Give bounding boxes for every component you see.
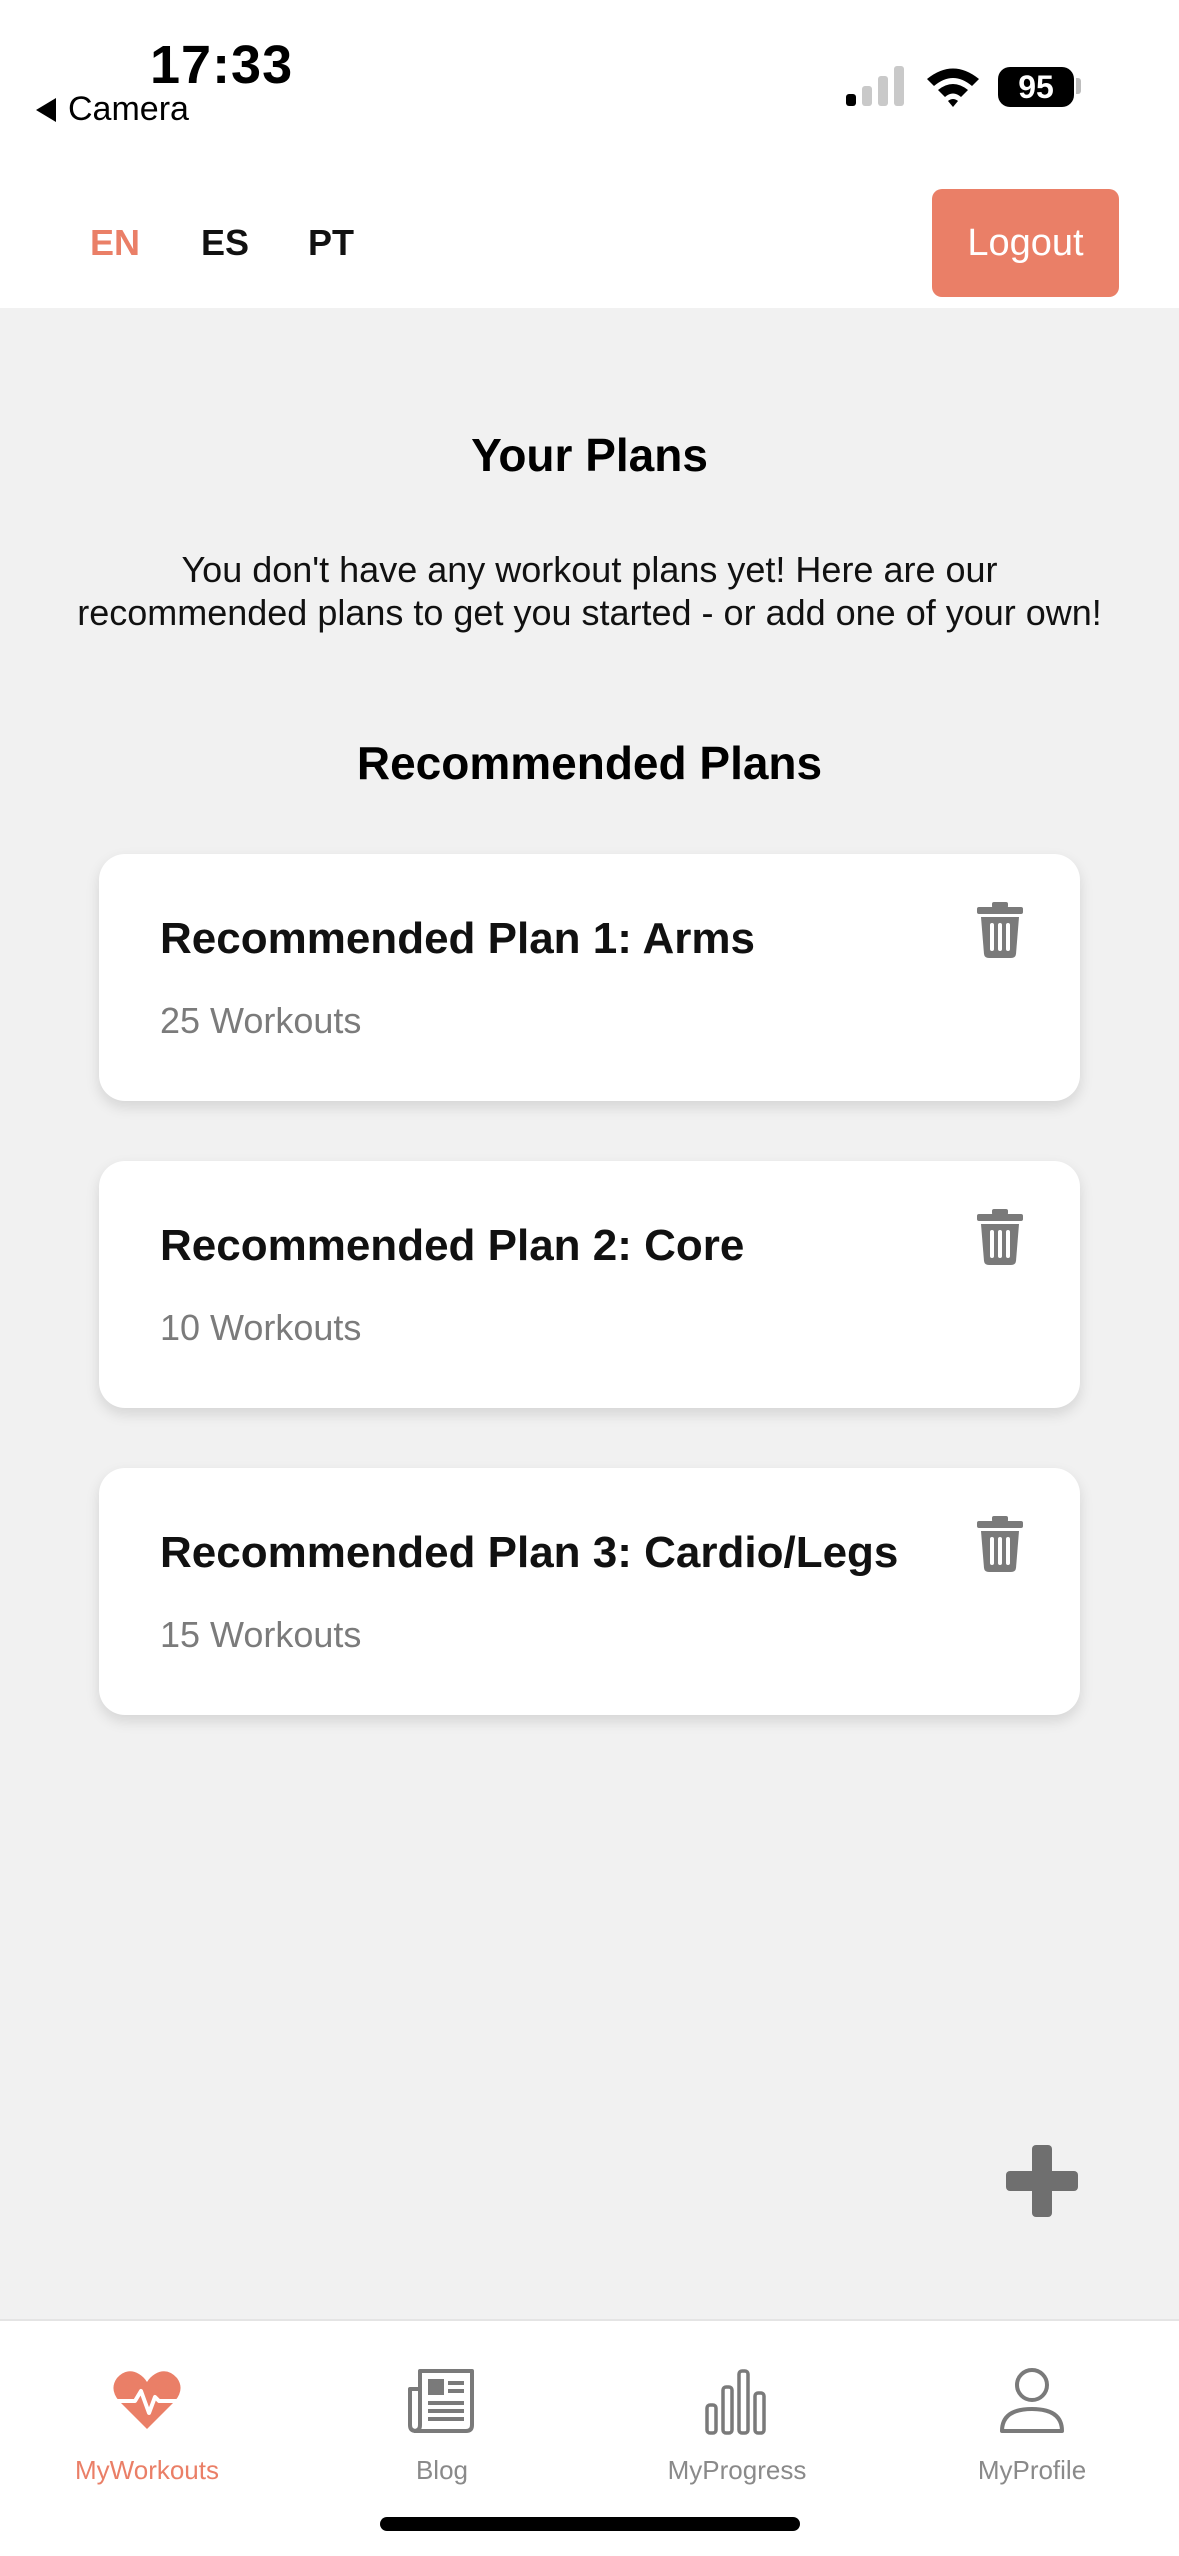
tab-label: MyProfile <box>977 2455 1087 2485</box>
intro-text: You don't have any workout plans yet! He… <box>77 549 1102 633</box>
plan-name: Recommended Plan 2: Core <box>160 1221 745 1270</box>
logout-button[interactable]: Logout <box>932 189 1119 297</box>
trash-icon[interactable] <box>977 902 1023 958</box>
tab-label: MyProgress <box>667 2455 807 2485</box>
page-title: Your Plans <box>471 429 708 481</box>
plan-name: Recommended Plan 1: Arms <box>160 914 755 963</box>
plan-workout-count: 15 Workouts <box>160 1614 362 1655</box>
tab-myprofile[interactable]: MyProfile <box>885 2345 1179 2495</box>
status-time: 17:33 <box>150 35 294 95</box>
add-plan-button[interactable] <box>1006 2145 1078 2217</box>
bar-chart-icon <box>705 2369 766 2435</box>
plan-card[interactable]: Recommended Plan 1: Arms 25 Workouts <box>99 854 1080 1101</box>
back-arrow-icon <box>36 97 56 122</box>
tab-myworkouts[interactable]: MyWorkouts <box>0 2345 294 2495</box>
trash-icon[interactable] <box>977 1516 1023 1572</box>
battery-cap <box>1076 78 1081 94</box>
newspaper-icon <box>408 2369 474 2433</box>
section-title: Recommended Plans <box>356 737 823 789</box>
tab-myprogress[interactable]: MyProgress <box>590 2345 884 2495</box>
home-indicator <box>380 2517 800 2531</box>
heart-pulse-icon <box>113 2371 181 2429</box>
plan-workout-count: 25 Workouts <box>160 1000 362 1041</box>
trash-icon[interactable] <box>977 1209 1023 1265</box>
battery-indicator: 95 <box>998 67 1074 107</box>
lang-en-button[interactable]: EN <box>90 222 140 264</box>
plan-workout-count: 10 Workouts <box>160 1307 362 1348</box>
lang-pt-button[interactable]: PT <box>308 222 354 264</box>
back-app-label: Camera <box>68 90 189 128</box>
top-nav: EN ES PT Logout <box>0 160 1179 308</box>
status-bar: 17:33 Camera 95 <box>0 0 1179 160</box>
plan-card[interactable]: Recommended Plan 3: Cardio/Legs 15 Worko… <box>99 1468 1080 1715</box>
tab-label: Blog <box>415 2455 469 2485</box>
cellular-signal-icon <box>846 66 904 106</box>
tab-label: MyWorkouts <box>75 2455 219 2485</box>
lang-es-button[interactable]: ES <box>201 222 249 264</box>
back-to-app-button[interactable]: Camera <box>36 90 189 129</box>
tab-blog[interactable]: Blog <box>295 2345 589 2495</box>
wifi-icon <box>927 68 979 107</box>
person-icon <box>1000 2368 1064 2433</box>
plan-card[interactable]: Recommended Plan 2: Core 10 Workouts <box>99 1161 1080 1408</box>
plan-name: Recommended Plan 3: Cardio/Legs <box>160 1528 899 1577</box>
